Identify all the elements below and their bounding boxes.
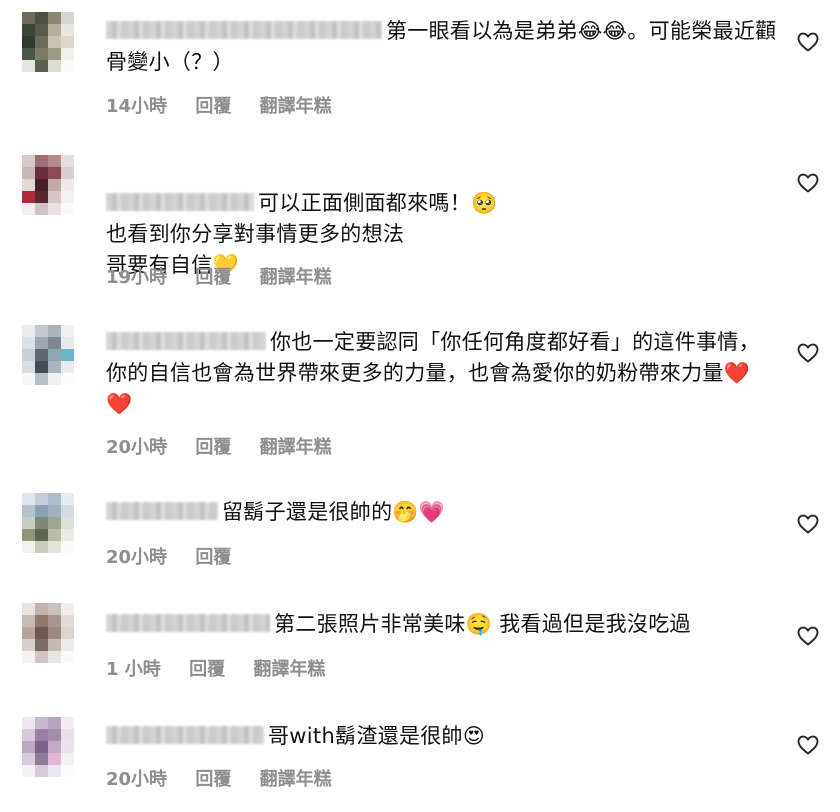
reply-button[interactable]: 回覆 xyxy=(195,769,231,790)
comment-item: 留鬍子還是很帥的🤭💗 20小時 回覆 xyxy=(0,485,840,585)
like-button[interactable] xyxy=(796,512,820,536)
username-redacted[interactable] xyxy=(106,332,266,350)
timestamp: 1 小時 xyxy=(106,659,161,680)
reply-button[interactable]: 回覆 xyxy=(195,96,231,117)
comment-text-block: 哥with鬍渣還是很帥😍 xyxy=(106,721,786,752)
timestamp: 19小時 xyxy=(106,267,168,288)
reply-button[interactable]: 回覆 xyxy=(189,659,225,680)
heart-outline-icon xyxy=(797,32,819,52)
heart-outline-icon xyxy=(797,173,819,193)
reply-button[interactable]: 回覆 xyxy=(195,437,231,458)
timestamp: 14小時 xyxy=(106,96,168,117)
translate-button[interactable]: 翻譯年糕 xyxy=(260,437,332,458)
comment-text-block: 第一眼看以為是弟弟😂😂。可能榮最近顴骨變小（？） xyxy=(106,16,786,78)
translate-button[interactable]: 翻譯年糕 xyxy=(260,769,332,790)
avatar[interactable] xyxy=(22,603,74,663)
avatar[interactable] xyxy=(22,12,74,72)
comment-text: 第二張照片非常美味🤤 我看過但是我沒吃過 xyxy=(274,612,691,636)
username-redacted[interactable] xyxy=(106,21,382,39)
comment-text-block: 留鬍子還是很帥的🤭💗 xyxy=(106,497,786,528)
username-redacted[interactable] xyxy=(106,614,270,632)
comment-item: 可以正面側面都來嗎！🥺 也看到你分享對事情更多的想法 哥要有自信💛 19小時 回… xyxy=(0,145,840,295)
avatar[interactable] xyxy=(22,155,74,215)
heart-outline-icon xyxy=(797,626,819,646)
like-button[interactable] xyxy=(796,341,820,365)
avatar[interactable] xyxy=(22,325,74,385)
comment-text-block: 第二張照片非常美味🤤 我看過但是我沒吃過 xyxy=(106,609,786,640)
comment-item: 第一眼看以為是弟弟😂😂。可能榮最近顴骨變小（？） 14小時 回覆 翻譯年糕 xyxy=(0,0,840,130)
reply-button[interactable]: 回覆 xyxy=(195,547,231,568)
like-button[interactable] xyxy=(796,733,820,757)
translate-button[interactable]: 翻譯年糕 xyxy=(253,659,325,680)
avatar[interactable] xyxy=(22,717,74,777)
timestamp: 20小時 xyxy=(106,769,168,790)
heart-outline-icon xyxy=(797,514,819,534)
heart-outline-icon xyxy=(797,735,819,755)
comment-item: 第二張照片非常美味🤤 我看過但是我沒吃過 1 小時 回覆 翻譯年糕 xyxy=(0,595,840,695)
comment-item: 哥with鬍渣還是很帥😍 20小時 回覆 翻譯年糕 xyxy=(0,705,840,812)
username-redacted[interactable] xyxy=(106,502,218,520)
comment-meta: 20小時 回覆 翻譯年糕 xyxy=(106,765,354,791)
timestamp: 20小時 xyxy=(106,547,168,568)
comment-text: 留鬍子還是很帥的🤭💗 xyxy=(222,500,446,524)
translate-button[interactable]: 翻譯年糕 xyxy=(260,96,332,117)
comment-text: 哥with鬍渣還是很帥😍 xyxy=(268,724,486,748)
comment-item: 你也一定要認同「你任何角度都好看」的這件事情，你的自信也會為世界帶來更多的力量，… xyxy=(0,315,840,465)
timestamp: 20小時 xyxy=(106,437,168,458)
comment-text-block: 你也一定要認同「你任何角度都好看」的這件事情，你的自信也會為世界帶來更多的力量，… xyxy=(106,327,766,420)
translate-button[interactable]: 翻譯年糕 xyxy=(260,267,332,288)
avatar[interactable] xyxy=(22,493,74,553)
username-redacted[interactable] xyxy=(106,726,264,744)
like-button[interactable] xyxy=(796,624,820,648)
comment-meta: 1 小時 回覆 翻譯年糕 xyxy=(106,655,347,681)
comment-meta: 19小時 回覆 翻譯年糕 xyxy=(106,263,354,289)
like-button[interactable] xyxy=(796,30,820,54)
reply-button[interactable]: 回覆 xyxy=(195,267,231,288)
username-redacted[interactable] xyxy=(106,193,254,211)
comment-meta: 20小時 回覆 xyxy=(106,543,253,569)
comment-meta: 14小時 回覆 翻譯年糕 xyxy=(106,92,354,118)
heart-outline-icon xyxy=(797,343,819,363)
comment-meta: 20小時 回覆 翻譯年糕 xyxy=(106,433,354,459)
like-button[interactable] xyxy=(796,171,820,195)
